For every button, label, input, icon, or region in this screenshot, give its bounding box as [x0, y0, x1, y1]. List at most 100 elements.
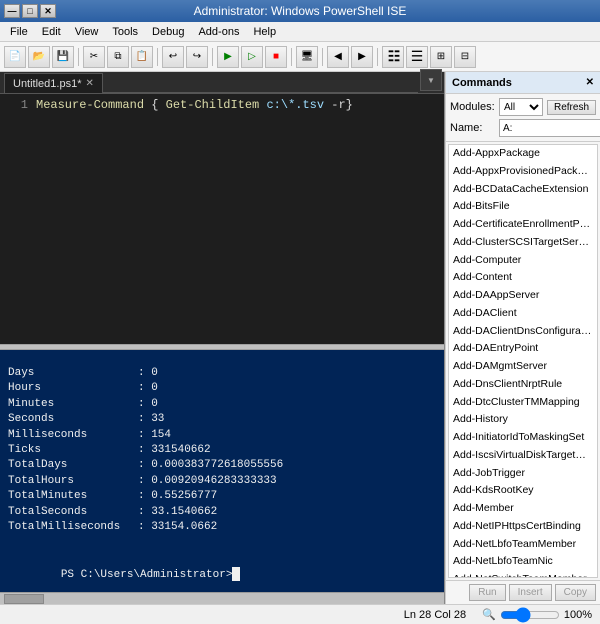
- show-commands-button[interactable]: ⊞: [430, 46, 452, 68]
- menu-debug[interactable]: Debug: [146, 24, 190, 40]
- toolbar: 📄 📂 💾 ✂ ⧉ 📋 ↩ ↪ ▶ ▷ ■ 🖥 ◀ ▶ ☷ ☰ ⊞ ⊟: [0, 42, 600, 72]
- menu-tools[interactable]: Tools: [106, 24, 144, 40]
- code-content-1: Measure-Command { Get-ChildItem c:\*.tsv…: [36, 98, 353, 112]
- undo-button[interactable]: ↩: [162, 46, 184, 68]
- terminal-cursor: [232, 567, 240, 581]
- command-item[interactable]: Add-CertificateEnrollmentPolicyServer: [449, 216, 597, 234]
- save-button[interactable]: 💾: [52, 46, 74, 68]
- minimize-button[interactable]: —: [4, 4, 20, 18]
- tab-untitled1[interactable]: Untitled1.ps1* ✕: [4, 73, 103, 93]
- command-item[interactable]: Add-BCDataCacheExtension: [449, 181, 597, 199]
- menu-help[interactable]: Help: [247, 24, 282, 40]
- command-item[interactable]: Add-DAClient: [449, 305, 597, 323]
- command-item[interactable]: Add-Content: [449, 269, 597, 287]
- name-filter-label: Name:: [450, 122, 495, 134]
- menu-addons[interactable]: Add-ons: [192, 24, 245, 40]
- next-button[interactable]: ▶: [351, 46, 373, 68]
- horizontal-scrollbar[interactable]: [0, 592, 444, 604]
- copy-command-button[interactable]: Copy: [555, 584, 596, 601]
- zoom-area: 🔍 100%: [482, 608, 592, 621]
- zoom-in-button[interactable]: ☷: [382, 46, 404, 68]
- run-command-button[interactable]: Run: [469, 584, 505, 601]
- status-bar: Ln 28 Col 28 🔍 100%: [0, 604, 600, 624]
- toolbar-separator-6: [377, 48, 378, 66]
- commands-close-button[interactable]: ✕: [586, 77, 594, 88]
- redo-button[interactable]: ↪: [186, 46, 208, 68]
- command-item[interactable]: Add-DAClientDnsConfiguration: [449, 323, 597, 341]
- command-item[interactable]: Add-DnsClientNrptRule: [449, 376, 597, 394]
- zoom-slider[interactable]: [500, 609, 560, 621]
- menu-file[interactable]: File: [4, 24, 34, 40]
- command-item[interactable]: Add-ClusterSCSITargetServerRole: [449, 234, 597, 252]
- command-item[interactable]: Add-Computer: [449, 252, 597, 270]
- command-item[interactable]: Add-KdsRootKey: [449, 482, 597, 500]
- prev-button[interactable]: ◀: [327, 46, 349, 68]
- commands-header: Commands ✕: [446, 72, 600, 94]
- code-keyword: Measure-Command: [36, 98, 144, 112]
- toolbar-separator-5: [322, 48, 323, 66]
- toolbar-separator-3: [212, 48, 213, 66]
- command-item[interactable]: Add-IscsiVirtualDiskTargetMapping: [449, 447, 597, 465]
- output-totaldays: TotalDays: 0.000383772618055556: [8, 458, 436, 473]
- command-item[interactable]: Add-AppxPackage: [449, 145, 597, 163]
- editor-line-1: 1 Measure-Command { Get-ChildItem c:\*.t…: [4, 98, 440, 112]
- command-item[interactable]: Add-JobTrigger: [449, 465, 597, 483]
- modules-label: Modules:: [450, 101, 495, 113]
- maximize-button[interactable]: □: [22, 4, 38, 18]
- command-item[interactable]: Add-AppxProvisionedPackage: [449, 163, 597, 181]
- output-minutes: Minutes: 0: [8, 397, 436, 412]
- tab-close-icon[interactable]: ✕: [86, 78, 94, 89]
- commands-panel: Commands ✕ Modules: All Refresh Name: Ad…: [445, 72, 600, 604]
- main-area: Untitled1.ps1* ✕ ▼ 1 Measure-Command { G…: [0, 72, 600, 604]
- panel-collapse-button[interactable]: ▼: [420, 69, 442, 91]
- output-ticks: Ticks: 331540662: [8, 443, 436, 458]
- left-panel: Untitled1.ps1* ✕ ▼ 1 Measure-Command { G…: [0, 72, 445, 604]
- command-item[interactable]: Add-History: [449, 411, 597, 429]
- command-item[interactable]: Add-BitsFile: [449, 198, 597, 216]
- title-bar: — □ ✕ Administrator: Windows PowerShell …: [0, 0, 600, 22]
- zoom-icon: 🔍: [482, 608, 496, 621]
- command-item[interactable]: Add-DAMgmtServer: [449, 358, 597, 376]
- output-days: Days: 0: [8, 366, 436, 381]
- toolbar-separator-2: [157, 48, 158, 66]
- command-item[interactable]: Add-NetSwitchTeamMember: [449, 571, 597, 578]
- show-addons-button[interactable]: ⊟: [454, 46, 476, 68]
- paste-button[interactable]: 📋: [131, 46, 153, 68]
- command-item[interactable]: Add-NetLbfoTeamMember: [449, 536, 597, 554]
- copy-button[interactable]: ⧉: [107, 46, 129, 68]
- output-totalminutes: TotalMinutes: 0.55256777: [8, 489, 436, 504]
- run-selection-button[interactable]: ▷: [241, 46, 263, 68]
- name-filter-row: Name:: [450, 119, 596, 137]
- insert-command-button[interactable]: Insert: [509, 584, 552, 601]
- modules-select[interactable]: All: [499, 98, 543, 116]
- commands-list[interactable]: Add-AppxPackageAdd-AppxProvisionedPackag…: [448, 144, 598, 578]
- run-button[interactable]: ▶: [217, 46, 239, 68]
- menu-view[interactable]: View: [69, 24, 105, 40]
- output-panel[interactable]: Days: 0 Hours: 0 Minutes: 0 Seconds: 33 …: [0, 350, 444, 592]
- command-item[interactable]: Add-DtcClusterTMMapping: [449, 394, 597, 412]
- open-button[interactable]: 📂: [28, 46, 50, 68]
- stop-button[interactable]: ■: [265, 46, 287, 68]
- command-item[interactable]: Add-NetLbfoTeamNic: [449, 553, 597, 571]
- commands-title: Commands: [452, 77, 512, 89]
- refresh-button[interactable]: Refresh: [547, 100, 596, 115]
- output-totalhours: TotalHours: 0.00920946283333333: [8, 474, 436, 489]
- output-prompt: PS C:\Users\Administrator>: [8, 551, 436, 592]
- command-item[interactable]: Add-DAAppServer: [449, 287, 597, 305]
- window-title: Administrator: Windows PowerShell ISE: [64, 4, 536, 18]
- command-item[interactable]: Add-NetIPHttpsCertBinding: [449, 518, 597, 536]
- name-filter-input[interactable]: [499, 119, 600, 137]
- status-right: Ln 28 Col 28 🔍 100%: [404, 608, 592, 621]
- new-button[interactable]: 📄: [4, 46, 26, 68]
- cursor-position: Ln 28 Col 28: [404, 609, 466, 621]
- command-item[interactable]: Add-Member: [449, 500, 597, 518]
- zoom-out-button[interactable]: ☰: [406, 46, 428, 68]
- menu-edit[interactable]: Edit: [36, 24, 67, 40]
- script-editor[interactable]: 1 Measure-Command { Get-ChildItem c:\*.t…: [0, 94, 444, 344]
- modules-filter-row: Modules: All Refresh: [450, 98, 596, 116]
- cut-button[interactable]: ✂: [83, 46, 105, 68]
- close-button[interactable]: ✕: [40, 4, 56, 18]
- command-item[interactable]: Add-DAEntryPoint: [449, 340, 597, 358]
- new-remote-button[interactable]: 🖥: [296, 46, 318, 68]
- command-item[interactable]: Add-InitiatorIdToMaskingSet: [449, 429, 597, 447]
